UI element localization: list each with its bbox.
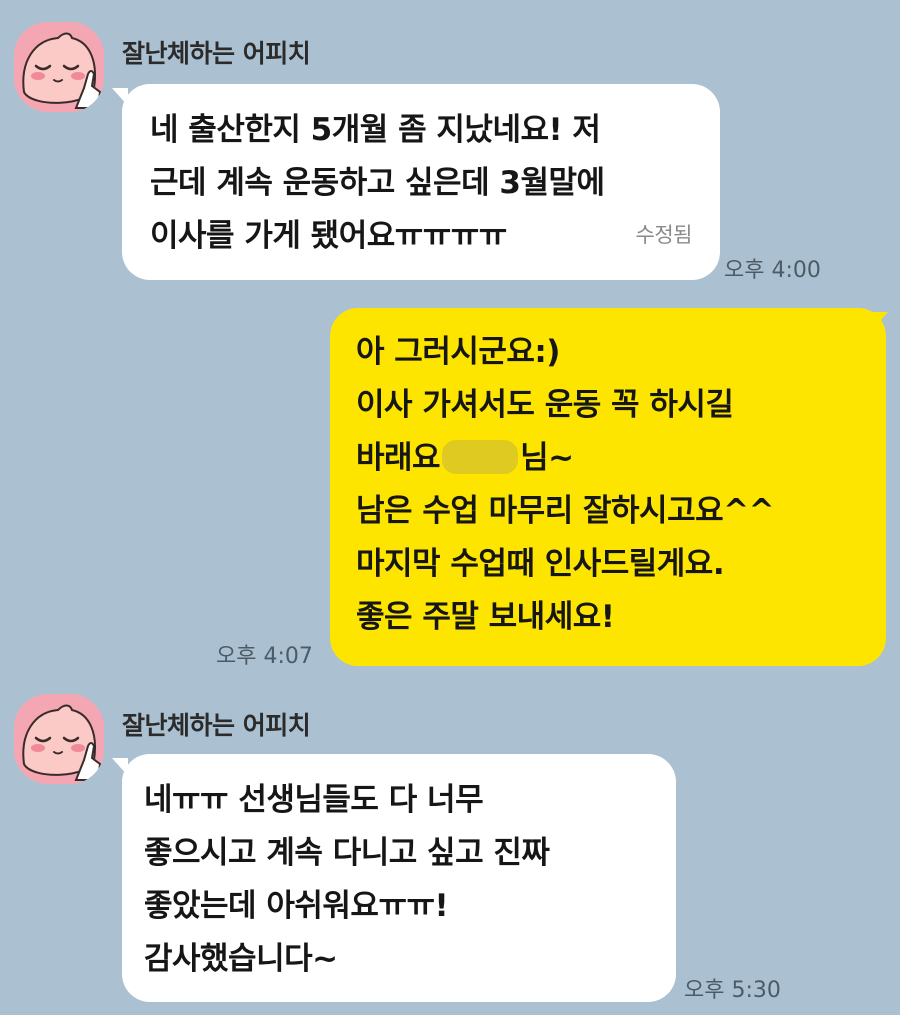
sender-name: 잘난체하는 어피치 <box>122 711 311 740</box>
message-line: 좋았는데 아쉬워요ㅠㅠ! <box>144 888 449 924</box>
message-time: 오후 4:07 <box>216 644 313 669</box>
message-line: 좋은 주말 보내세요! <box>356 599 615 635</box>
apeach-avatar-icon[interactable] <box>14 694 104 784</box>
message-line: 감사했습니다~ <box>144 941 338 977</box>
message-time: 오후 4:00 <box>724 258 821 283</box>
message-line: 네ㅠㅠ 선생님들도 다 너무 <box>144 782 484 818</box>
message-line: 바래요 님~ <box>356 432 860 485</box>
message-line: 아 그러시군요:) <box>356 334 560 370</box>
message-bubble-incoming[interactable]: 네 출산한지 5개월 좀 지났네요! 저 근데 계속 운동하고 싶은데 3월말에… <box>122 84 720 280</box>
apeach-avatar-icon[interactable] <box>14 22 104 112</box>
edited-label: 수정됨 <box>635 223 693 247</box>
message-bubble-incoming[interactable]: 네ㅠㅠ 선생님들도 다 너무 좋으시고 계속 다니고 싶고 진짜 좋았는데 아쉬… <box>122 754 676 1002</box>
blurred-name <box>442 440 519 474</box>
chat-room[interactable]: 잘난체하는 어피치 네 출산한지 5개월 좀 지났네요! 저 근데 계속 운동하… <box>0 0 900 1015</box>
apeach-face-icon <box>14 22 104 112</box>
message-line: 이사를 가게 됐어요ㅠㅠㅠㅠ <box>150 218 507 254</box>
message-bubble-outgoing[interactable]: 아 그러시군요:) 이사 가셔서도 운동 꼭 하시길 바래요 님~ 남은 수업 마… <box>330 308 886 666</box>
message-line: 네 출산한지 5개월 좀 지났네요! 저 <box>150 112 601 148</box>
message-time: 오후 5:30 <box>684 978 781 1003</box>
sender-name: 잘난체하는 어피치 <box>122 39 311 68</box>
message-text: 바래요 <box>356 440 441 476</box>
message-line: 이사 가셔서도 운동 꼭 하시길 <box>356 387 734 423</box>
message-line: 근데 계속 운동하고 싶은데 3월말에 <box>150 165 605 201</box>
bubble-tail <box>872 312 888 330</box>
message-line: 남은 수업 마무리 잘하시고요^^ <box>356 493 775 529</box>
message-line: 마지막 수업때 인사드릴게요. <box>356 546 725 582</box>
message-text: 님~ <box>520 440 574 476</box>
message-line: 좋으시고 계속 다니고 싶고 진짜 <box>144 835 550 871</box>
apeach-face-icon <box>14 694 104 784</box>
